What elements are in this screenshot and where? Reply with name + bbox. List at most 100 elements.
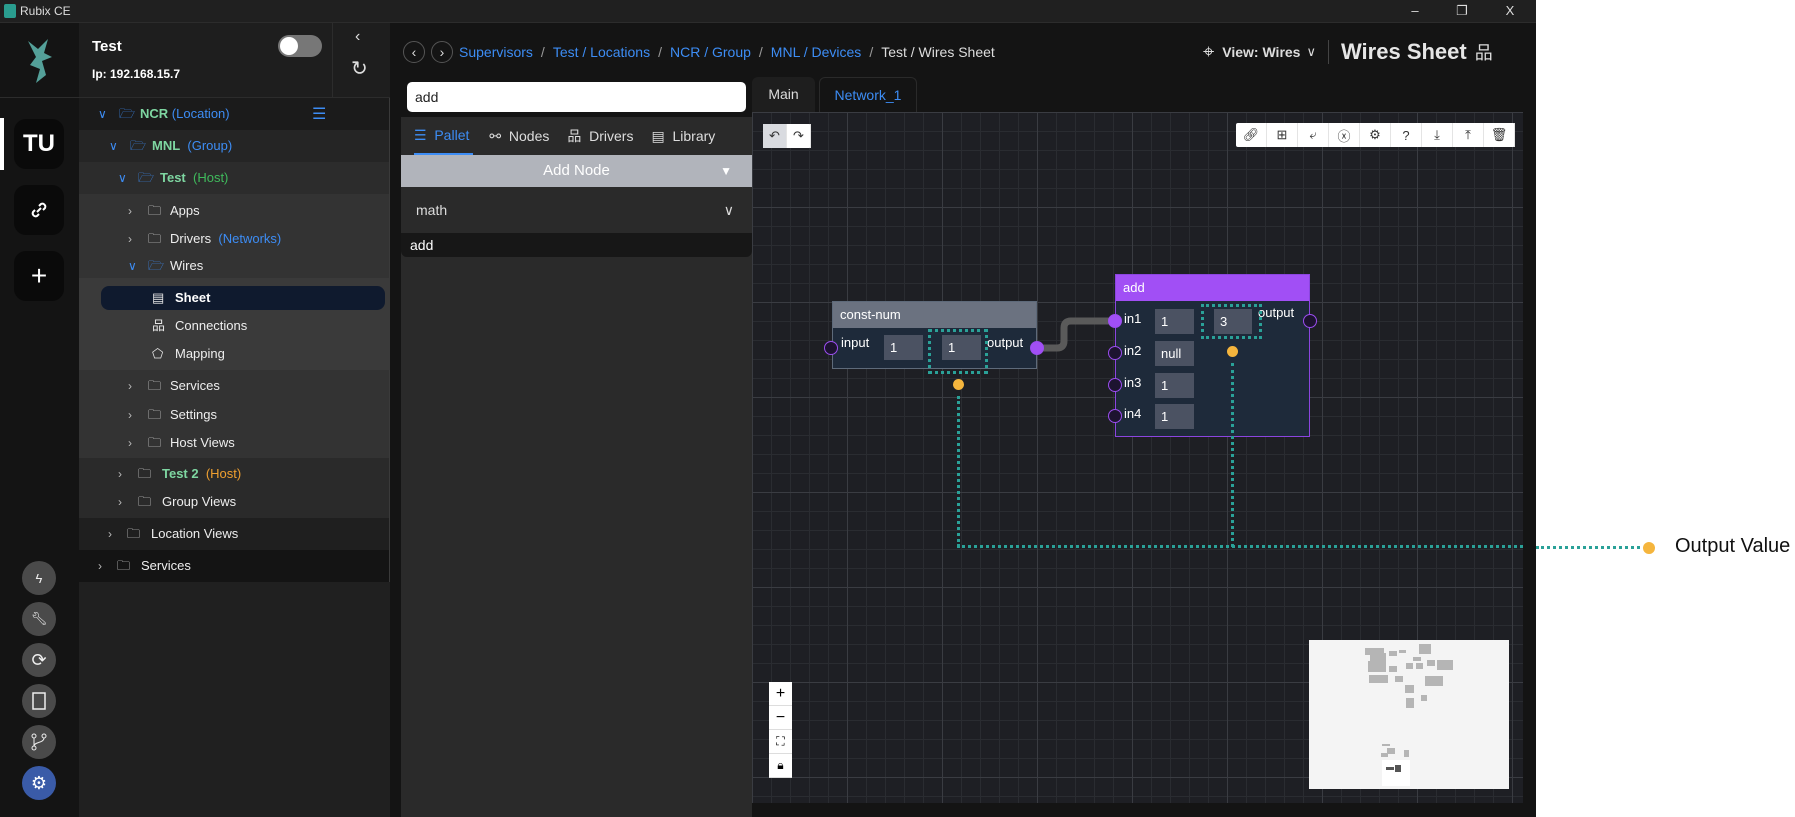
tree-item-host-views[interactable]: › 🗀︎ Host Views (79, 427, 390, 459)
port-label: output (1258, 305, 1295, 320)
port-in4[interactable] (1108, 409, 1122, 423)
tree-item-services-root[interactable]: › 🗀︎ Services (79, 550, 390, 582)
zoom-out-button[interactable]: − (769, 706, 792, 730)
port-in2[interactable] (1108, 346, 1122, 360)
tab-main[interactable]: Main (752, 77, 815, 112)
output-value-dot (953, 379, 964, 390)
input-value[interactable]: 1 (1155, 309, 1194, 334)
tree-item-label: Mapping (175, 346, 225, 361)
back-button[interactable]: ‹ (403, 41, 425, 63)
node-title: add (1116, 275, 1309, 301)
branch-icon (31, 733, 47, 751)
port-in3[interactable] (1108, 378, 1122, 392)
output-value-dot (1227, 346, 1238, 357)
breadcrumb-item[interactable]: NCR / Group (670, 44, 751, 60)
tab-nodes[interactable]: ⚯ Nodes (489, 128, 549, 145)
app-window: Rubix CE – ❐ X TU + ϟ 🔧︎ ⟳ ⚙ Test Ip: 19… (0, 0, 1536, 817)
tree-item-mnl[interactable]: ∨ 🗁︎ MNL (Group) (79, 130, 390, 162)
breadcrumb: ‹ › Supervisors / Test / Locations / NCR /… (403, 40, 995, 64)
forward-button[interactable]: › (431, 41, 453, 63)
tree-item-tag: (Host) (193, 170, 229, 185)
port-output[interactable] (1303, 314, 1317, 328)
tree-item-tag: (Host) (205, 466, 242, 481)
node-title: const-num (833, 302, 1036, 328)
node-search-input[interactable] (407, 82, 746, 112)
add-node-label: Add Node (543, 162, 610, 179)
view-selector[interactable]: View: Wires (1222, 44, 1300, 60)
tab-network-1[interactable]: Network_1 (819, 77, 917, 112)
tab-pallet[interactable]: ☰ Pallet (414, 117, 474, 156)
breadcrumb-current: Test / Wires Sheet (881, 44, 995, 60)
sitemap-icon: 品 (567, 128, 582, 144)
tree-item-label: MNL (152, 138, 181, 153)
git-button[interactable] (22, 725, 56, 759)
port-output[interactable] (1030, 341, 1044, 355)
port-input[interactable] (824, 341, 838, 355)
port-label: in4 (1124, 406, 1142, 421)
tree-item-label: Services (141, 558, 191, 573)
tree-item-test-host[interactable]: ∨ 🗁︎ Test (Host) (79, 162, 390, 194)
input-value[interactable]: 1 (1155, 373, 1194, 398)
settings-button[interactable]: ⚙ (22, 766, 56, 800)
lock-button[interactable]: 🔒︎ (769, 754, 792, 778)
add-button[interactable]: + (14, 251, 64, 301)
page-title: Wires Sheet (1340, 39, 1467, 64)
docs-button[interactable] (22, 684, 56, 718)
tree-item-label: Test (160, 170, 186, 185)
fit-view-button[interactable]: ⛶ (769, 730, 792, 754)
tab-library[interactable]: ▤ Library (651, 128, 715, 145)
tree-item-services[interactable]: › 🗀︎ Services (79, 370, 390, 402)
collapse-panel-button[interactable]: ‹ (355, 28, 360, 46)
port-label: output (987, 335, 1024, 350)
node-add[interactable]: add in1 1 in2 null in3 1 in4 1 3 output (1115, 274, 1310, 437)
flash-button[interactable]: ϟ (22, 561, 56, 595)
tree-item-label: Services (170, 378, 220, 393)
folder-icon: 🗀︎ (138, 494, 152, 509)
breadcrumb-item[interactable]: MNL / Devices (771, 44, 862, 60)
host-enable-toggle[interactable] (278, 35, 322, 57)
add-node-dropdown[interactable]: Add Node ▼ (401, 155, 752, 187)
menu-icon[interactable]: ☰ (312, 104, 326, 124)
category-math[interactable]: math ∨ (401, 187, 752, 233)
tree-item-ncr[interactable]: ∨ 🗁︎ NCR (Location) ☰ (79, 98, 390, 130)
wrench-icon: 🔧︎ (30, 611, 48, 626)
app-logo-icon (4, 4, 16, 18)
sync-button[interactable]: ⟳ (22, 643, 56, 677)
connections-button[interactable] (14, 185, 64, 235)
tree-item-mapping[interactable]: ⬠ Mapping (79, 338, 390, 370)
avatar-button[interactable]: TU (14, 119, 64, 169)
input-value[interactable]: 1 (884, 335, 923, 360)
tools-button[interactable]: 🔧︎ (22, 602, 56, 636)
refresh-button[interactable]: ↻ (351, 56, 368, 81)
refresh-icon: ⟳ (31, 649, 47, 670)
minimap[interactable] (1309, 640, 1509, 789)
close-button[interactable]: X (1495, 2, 1525, 20)
tree-item-group-views[interactable]: › 🗀︎ Group Views (79, 486, 390, 518)
zoom-in-button[interactable]: + (769, 682, 792, 706)
breadcrumb-item[interactable]: Test / Locations (553, 44, 650, 60)
tree-item-wires[interactable]: ∨ 🗁︎ Wires (79, 250, 390, 282)
lightning-icon: ϟ (35, 570, 43, 586)
port-in1[interactable] (1108, 314, 1122, 328)
tree-item-location-views[interactable]: › 🗀︎ Location Views (79, 518, 390, 550)
input-value[interactable]: 1 (1155, 404, 1194, 429)
tab-drivers[interactable]: 品 Drivers (567, 126, 633, 146)
output-highlight (1201, 304, 1262, 339)
input-value[interactable]: null (1155, 341, 1194, 366)
node-result-add[interactable]: add (401, 233, 752, 257)
breadcrumb-item[interactable]: Supervisors (459, 44, 533, 60)
callout-line (1536, 546, 1640, 549)
maximize-button[interactable]: ❐ (1447, 2, 1477, 20)
header-actions: ‹ ↻ (332, 23, 390, 98)
palette-tabs: ☰ Pallet ⚯ Nodes 品 Drivers ▤ Library (401, 117, 752, 156)
output-value-legend-dot (1643, 542, 1655, 554)
mapping-icon: ⬠ (152, 346, 164, 361)
port-label: in3 (1124, 375, 1142, 390)
folder-icon: 🗀︎ (117, 558, 131, 573)
port-label: input (841, 335, 870, 350)
nodes-icon: ⚯ (489, 127, 502, 144)
wires-canvas[interactable]: ↶ ↷ 🔗︎ ⊞ ⤶ ⓧ ⚙? ⤓ ⤒ 🗑︎ const-num input 1 1 outpu… (752, 112, 1523, 803)
minimize-button[interactable]: – (1400, 2, 1430, 20)
chevron-down-icon[interactable]: ∨ (1306, 44, 1316, 60)
tree-item-label: Wires (170, 258, 204, 273)
